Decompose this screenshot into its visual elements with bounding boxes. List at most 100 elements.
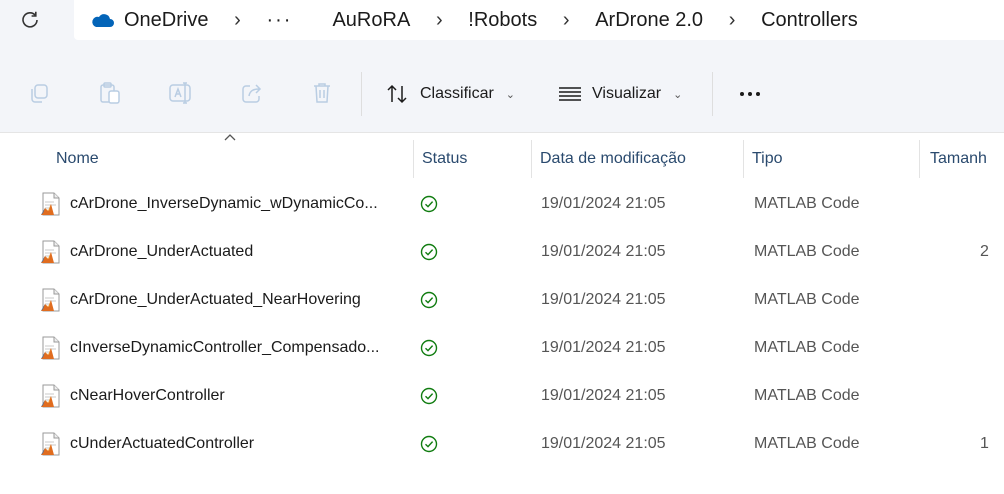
file-type-cell: MATLAB Code bbox=[754, 291, 860, 308]
matlab-file-icon bbox=[40, 384, 62, 408]
view-button[interactable]: Visualizar ⌄ bbox=[558, 78, 682, 110]
matlab-file-icon bbox=[40, 288, 62, 312]
file-name-label: cInverseDynamicController_Compensado... bbox=[70, 339, 380, 356]
date-modified-cell: 19/01/2024 21:05 bbox=[541, 243, 666, 260]
title-bar: OneDrive › ··· AuRoRA › !Robots › ArDron… bbox=[0, 0, 1004, 58]
breadcrumb-ardrone[interactable]: ArDrone 2.0 bbox=[595, 9, 703, 32]
synced-check-icon bbox=[420, 387, 438, 405]
file-name-cell[interactable]: cArDrone_UnderActuated_NearHovering bbox=[40, 276, 410, 324]
onedrive-cloud-icon bbox=[90, 12, 114, 28]
share-button[interactable] bbox=[237, 78, 267, 108]
column-header-label: Data de modificação bbox=[540, 150, 686, 167]
column-header-label: Status bbox=[422, 150, 468, 167]
date-modified-cell: 19/01/2024 21:05 bbox=[541, 435, 666, 452]
breadcrumb-aurora[interactable]: AuRoRA bbox=[332, 9, 410, 32]
sort-button[interactable]: Classificar ⌄ bbox=[386, 78, 515, 110]
synced-check-icon bbox=[420, 435, 438, 453]
sync-status-cell bbox=[420, 372, 450, 420]
synced-check-icon bbox=[420, 195, 438, 213]
file-size-cell bbox=[980, 276, 1004, 324]
file-name-label: cArDrone_UnderActuated_NearHovering bbox=[70, 291, 361, 308]
delete-button[interactable] bbox=[307, 78, 337, 108]
file-row[interactable]: cArDrone_UnderActuated 19/01/2024 21:05 … bbox=[0, 228, 1004, 276]
sync-status-cell bbox=[420, 180, 450, 228]
file-size-cell: 1 bbox=[980, 435, 989, 452]
file-type-cell: MATLAB Code bbox=[754, 195, 860, 212]
file-size-cell: 2 bbox=[980, 243, 989, 260]
date-modified-cell: 19/01/2024 21:05 bbox=[541, 291, 666, 308]
sync-status-cell bbox=[420, 228, 450, 276]
file-row[interactable]: cInverseDynamicController_Compensado... … bbox=[0, 324, 1004, 372]
breadcrumb-robots[interactable]: !Robots bbox=[468, 9, 537, 32]
matlab-file-icon bbox=[40, 336, 62, 360]
chevron-right-icon[interactable]: › bbox=[208, 9, 266, 32]
file-size-cell bbox=[980, 180, 1004, 228]
matlab-file-icon bbox=[40, 192, 62, 216]
file-name-cell[interactable]: cInverseDynamicController_Compensado... bbox=[40, 324, 410, 372]
view-label: Visualizar bbox=[592, 85, 662, 102]
file-row[interactable]: cArDrone_UnderActuated_NearHovering 19/0… bbox=[0, 276, 1004, 324]
file-name-label: cArDrone_InverseDynamic_wDynamicCo... bbox=[70, 195, 378, 212]
refresh-button[interactable] bbox=[14, 4, 46, 36]
file-name-cell[interactable]: cUnderActuatedController bbox=[40, 420, 410, 468]
copy-icon bbox=[31, 84, 48, 103]
matlab-file-icon bbox=[40, 432, 62, 456]
file-size-cell bbox=[980, 324, 1004, 372]
file-type-cell: MATLAB Code bbox=[754, 435, 860, 452]
column-header-status[interactable]: Status bbox=[414, 140, 531, 178]
column-divider[interactable] bbox=[919, 140, 920, 178]
more-options-button[interactable] bbox=[730, 78, 770, 110]
copy-button[interactable] bbox=[24, 78, 54, 108]
column-header-name[interactable]: Nome bbox=[48, 140, 413, 178]
sort-label: Classificar bbox=[420, 85, 494, 102]
file-name-cell[interactable]: cNearHoverController bbox=[40, 372, 410, 420]
address-bar[interactable]: OneDrive › ··· AuRoRA › !Robots › ArDron… bbox=[74, 0, 1004, 40]
file-row[interactable]: cArDrone_InverseDynamic_wDynamicCo... 19… bbox=[0, 180, 1004, 228]
matlab-file-icon bbox=[40, 240, 62, 264]
toolbar-divider bbox=[712, 72, 713, 116]
breadcrumb-onedrive[interactable]: OneDrive bbox=[90, 9, 208, 32]
sync-status-cell bbox=[420, 276, 450, 324]
sort-icon bbox=[387, 84, 407, 104]
rename-icon bbox=[169, 82, 191, 104]
sync-status-cell bbox=[420, 420, 450, 468]
chevron-right-icon[interactable]: › bbox=[537, 9, 595, 32]
paste-icon bbox=[100, 82, 120, 104]
share-icon bbox=[242, 84, 262, 103]
more-dot bbox=[740, 92, 744, 96]
synced-check-icon bbox=[420, 339, 438, 357]
chevron-down-icon: ⌄ bbox=[505, 88, 516, 101]
chevron-right-icon[interactable]: › bbox=[410, 9, 468, 32]
file-list: Nome Status Data de modificação Tipo Tam… bbox=[0, 134, 1004, 494]
file-row[interactable]: cNearHoverController 19/01/2024 21:05 MA… bbox=[0, 372, 1004, 420]
column-header-date[interactable]: Data de modificação bbox=[532, 140, 742, 178]
chevron-down-icon: ⌄ bbox=[673, 88, 683, 101]
column-header-label: Tipo bbox=[752, 150, 783, 167]
date-modified-cell: 19/01/2024 21:05 bbox=[541, 339, 666, 356]
file-row[interactable]: cUnderActuatedController 19/01/2024 21:0… bbox=[0, 420, 1004, 468]
breadcrumb-label: OneDrive bbox=[124, 8, 209, 31]
file-type-cell: MATLAB Code bbox=[754, 387, 860, 404]
breadcrumb-overflow[interactable]: ··· bbox=[266, 9, 292, 32]
rename-button[interactable] bbox=[166, 78, 196, 108]
breadcrumb-controllers[interactable]: Controllers bbox=[761, 9, 858, 32]
more-dot bbox=[756, 92, 760, 96]
delete-icon bbox=[314, 83, 330, 103]
sync-status-cell bbox=[420, 324, 450, 372]
refresh-icon bbox=[22, 11, 38, 28]
file-name-cell[interactable]: cArDrone_InverseDynamic_wDynamicCo... bbox=[40, 180, 410, 228]
date-modified-cell: 19/01/2024 21:05 bbox=[541, 195, 666, 212]
toolbar-divider bbox=[361, 72, 362, 116]
column-header-type[interactable]: Tipo bbox=[744, 140, 919, 178]
file-name-label: cUnderActuatedController bbox=[70, 435, 255, 452]
date-modified-cell: 19/01/2024 21:05 bbox=[541, 387, 666, 404]
file-name-label: cNearHoverController bbox=[70, 387, 225, 404]
file-size-cell bbox=[980, 372, 1004, 420]
chevron-right-icon[interactable]: › bbox=[703, 9, 761, 32]
file-name-cell[interactable]: cArDrone_UnderActuated bbox=[40, 228, 410, 276]
file-name-label: cArDrone_UnderActuated bbox=[70, 243, 254, 260]
paste-button[interactable] bbox=[95, 78, 125, 108]
column-header-size[interactable]: Tamanh bbox=[922, 140, 1004, 178]
file-type-cell: MATLAB Code bbox=[754, 339, 860, 356]
column-header-label: Tamanh bbox=[930, 150, 987, 167]
